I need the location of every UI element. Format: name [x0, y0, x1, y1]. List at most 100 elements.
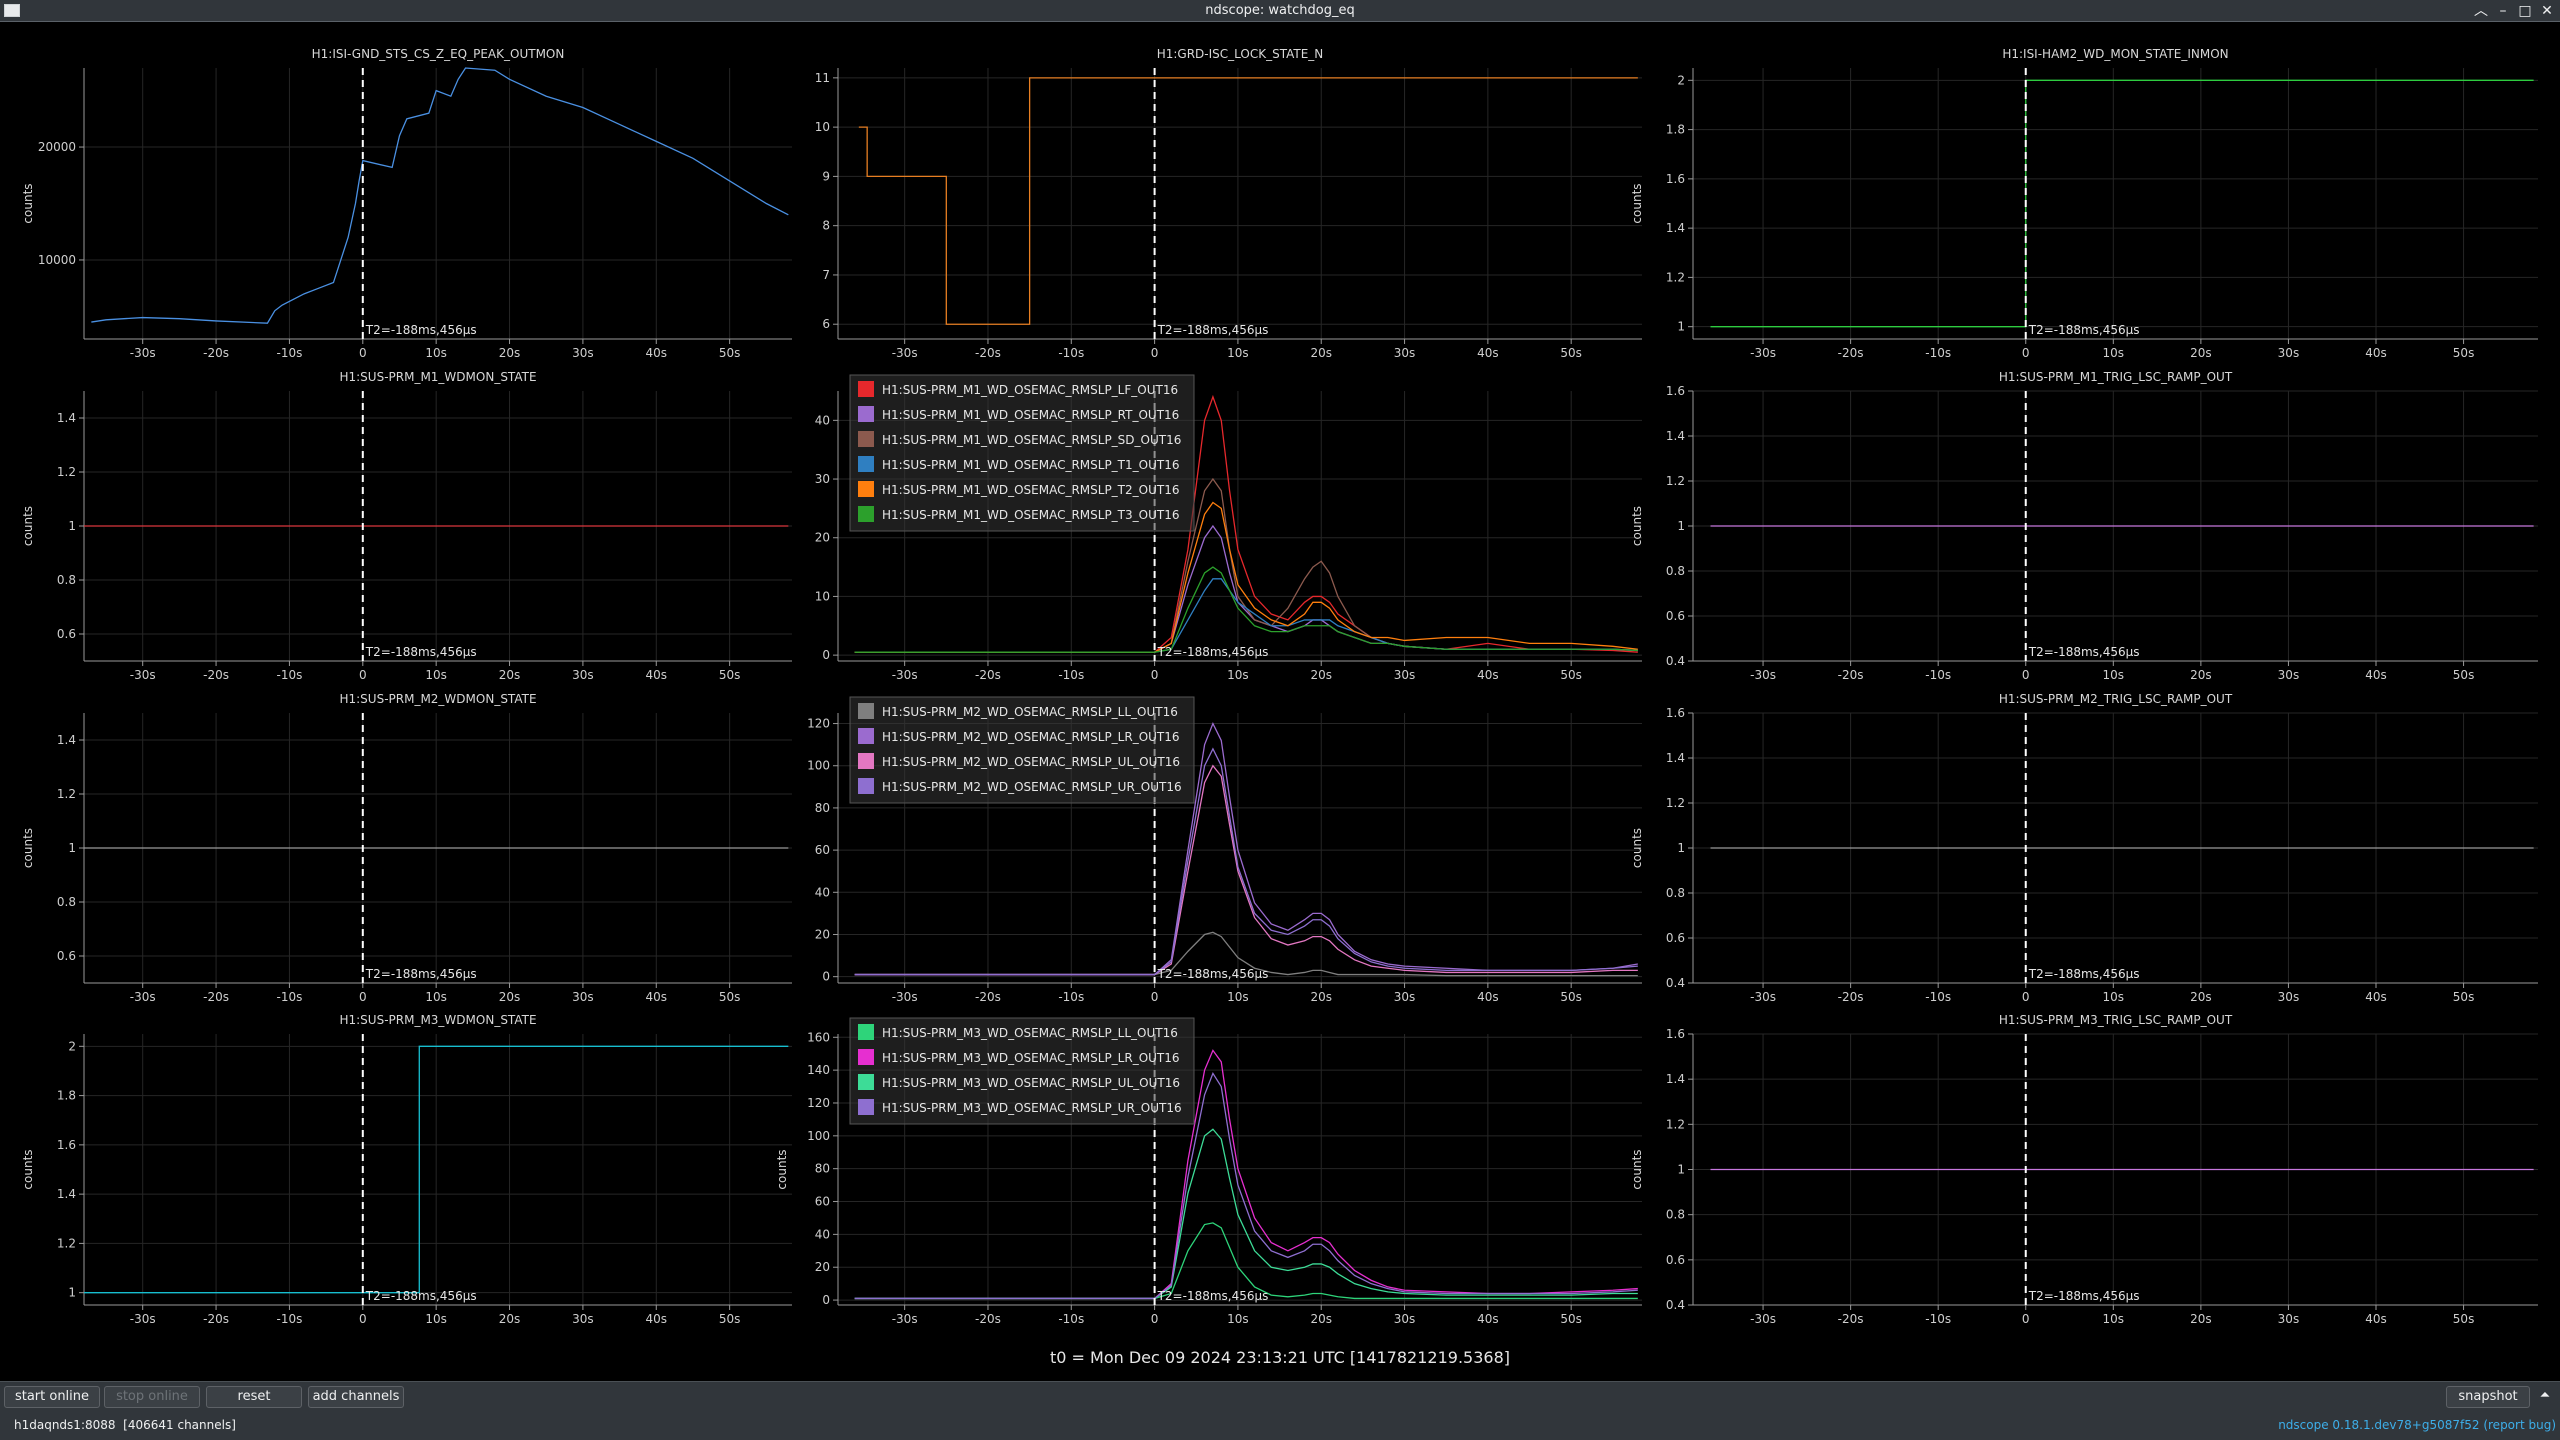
plot-panel[interactable]: H1:SUS-PRM_M1_TRIG_LSC_RAMP_OUTcounts -30…	[1630, 370, 2538, 682]
y-tick-label: 0.6	[57, 627, 76, 641]
plot-panel[interactable]: H1:SUS-PRM_M3_TRIG_LSC_RAMP_OUTcounts -30…	[1630, 1013, 2538, 1326]
y-axis-label: counts	[21, 183, 35, 223]
x-tick-label: -10s	[277, 1312, 303, 1326]
y-tick-label: 120	[807, 1096, 830, 1110]
plot-panel[interactable]: -30s -20s -10s 0 10s 20s 30s 40s 50s 0 10 20 30 40 T2=…	[815, 374, 1642, 682]
nds-server: h1daqnds1:8088	[14, 1418, 116, 1432]
expand-up-icon[interactable]: ⏶	[2534, 1386, 2556, 1408]
y-tick-label: 1.2	[1666, 1117, 1685, 1131]
y-tick-label: 20	[815, 531, 830, 545]
plot-title: H1:SUS-PRM_M2_TRIG_LSC_RAMP_OUT	[1999, 692, 2233, 706]
window-titlebar[interactable]: ndscope: watchdog_eq ︿ – □ ✕	[0, 0, 2560, 22]
plot-grid[interactable]: H1:ISI-GND_STS_CS_Z_EQ_PEAK_OUTMON counts…	[0, 23, 2560, 1381]
x-tick-label: 50s	[2453, 990, 2475, 1004]
plot-panel[interactable]: -30s -20s -10s 0 10s 20s 30s 40s 50s 0 20 40 60 80 100…	[807, 696, 1642, 1004]
x-tick-label: 50s	[2453, 668, 2475, 682]
plot-panel[interactable]: H1:SUS-PRM_M1_WDMON_STATEcounts -30s -20s -…	[21, 370, 792, 682]
y-tick-label: 1.4	[57, 1187, 76, 1201]
y-tick-label: 20	[815, 1260, 830, 1274]
plot-panel[interactable]: H1:GRD-ISC_LOCK_STATE_N -30s -20s -10s 0 10s 2…	[815, 47, 1642, 360]
cursor-t2-label: T2=-188ms,456μs	[2028, 967, 2140, 981]
plot-panel[interactable]: H1:SUS-PRM_M3_WDMON_STATEcounts -30s -20s -…	[21, 1013, 792, 1326]
plot-panel[interactable]: H1:ISI-HAM2_WD_MON_STATE_INMONcounts -30s…	[1630, 47, 2538, 360]
legend-entry: H1:SUS-PRM_M1_WD_OSEMAC_RMSLP_T3_OUT16	[882, 508, 1179, 522]
add-channels-button[interactable]: add channels	[308, 1386, 404, 1408]
snapshot-button[interactable]: snapshot	[2446, 1386, 2530, 1408]
x-tick-label: -10s	[1925, 1312, 1951, 1326]
x-tick-label: 30s	[1394, 990, 1416, 1004]
y-axis-label: counts	[21, 1149, 35, 1189]
start-online-button[interactable]: start online	[4, 1386, 100, 1408]
legend-swatch	[858, 456, 874, 472]
y-tick-label: 160	[807, 1030, 830, 1044]
y-tick-label: 0.6	[1666, 931, 1685, 945]
app-menu-icon[interactable]	[4, 4, 20, 17]
y-tick-label: 0.4	[1666, 1298, 1685, 1312]
y-tick-label: 120	[807, 717, 830, 731]
y-tick-label: 80	[815, 801, 830, 815]
legend-swatch	[858, 406, 874, 422]
y-tick-label: 140	[807, 1063, 830, 1077]
y-tick-label: 100	[807, 1129, 830, 1143]
report-bug-link[interactable]: (report bug)	[2483, 1418, 2556, 1432]
x-tick-label: 10s	[2103, 668, 2125, 682]
y-tick-label: 0.4	[1666, 976, 1685, 990]
minimize-icon[interactable]: –	[2492, 0, 2514, 22]
plot-panel[interactable]: counts -30s -20s -10s 0 10s 20s 30s 40s 50s 0 20 40 6…	[775, 1017, 1642, 1326]
x-tick-label: -10s	[1925, 990, 1951, 1004]
x-tick-label: 30s	[2278, 990, 2300, 1004]
x-tick-label: 20s	[499, 1312, 521, 1326]
plot-panel[interactable]: H1:SUS-PRM_M2_WDMON_STATEcounts -30s -20s -…	[21, 692, 792, 1004]
version-link[interactable]: ndscope 0.18.1.dev78+g5087f52	[2278, 1418, 2479, 1432]
legend-swatch	[858, 703, 874, 719]
legend-swatch	[858, 1074, 874, 1090]
x-tick-label: 10s	[1227, 346, 1249, 360]
y-tick-label: 20000	[38, 140, 76, 154]
plot-title: H1:SUS-PRM_M3_WDMON_STATE	[339, 1013, 536, 1027]
y-tick-label: 1.2	[1666, 796, 1685, 810]
x-tick-label: 20s	[499, 668, 521, 682]
cursor-t2-label: T2=-188ms,456μs	[1157, 967, 1269, 981]
x-tick-label: -10s	[277, 990, 303, 1004]
legend-swatch	[858, 1099, 874, 1115]
y-tick-label: 0	[822, 648, 830, 662]
y-tick-label: 1.4	[1666, 429, 1685, 443]
close-icon[interactable]: ✕	[2536, 0, 2558, 22]
x-tick-label: 50s	[2453, 346, 2475, 360]
x-tick-label: -30s	[892, 990, 918, 1004]
x-tick-label: 20s	[2190, 346, 2212, 360]
x-tick-label: 50s	[719, 1312, 741, 1326]
y-tick-label: 1	[1677, 519, 1685, 533]
x-tick-label: 40s	[646, 668, 668, 682]
reset-button[interactable]: reset	[206, 1386, 302, 1408]
y-tick-label: 100	[807, 759, 830, 773]
x-tick-label: -10s	[1058, 1312, 1084, 1326]
legend-entry: H1:SUS-PRM_M2_WD_OSEMAC_RMSLP_UR_OUT16	[882, 780, 1182, 794]
y-tick-label: 1.4	[57, 733, 76, 747]
plots-canvas[interactable]: H1:ISI-GND_STS_CS_Z_EQ_PEAK_OUTMONcounts…	[0, 23, 2560, 1343]
y-tick-label: 1.2	[1666, 474, 1685, 488]
y-axis-label: counts	[21, 506, 35, 546]
x-tick-label: 40s	[1477, 668, 1499, 682]
x-tick-label: 40s	[1477, 990, 1499, 1004]
y-tick-label: 0.8	[57, 573, 76, 587]
y-tick-label: 0	[822, 970, 830, 984]
x-tick-label: 10s	[1227, 668, 1249, 682]
x-tick-label: -30s	[1750, 668, 1776, 682]
y-tick-label: 30	[815, 472, 830, 486]
y-tick-label: 0.8	[1666, 886, 1685, 900]
x-tick-label: 20s	[2190, 990, 2212, 1004]
y-axis-label: counts	[21, 828, 35, 868]
x-tick-label: -20s	[1838, 1312, 1864, 1326]
maximize-icon[interactable]: □	[2514, 0, 2536, 22]
x-tick-label: 0	[1151, 668, 1159, 682]
y-axis-label: counts	[1630, 183, 1644, 223]
statusbar: h1daqnds1:8088 [406641 channels] ndscope…	[0, 1411, 2560, 1440]
keep-above-icon[interactable]: ︿	[2470, 0, 2492, 22]
plot-panel[interactable]: H1:SUS-PRM_M2_TRIG_LSC_RAMP_OUTcounts -30…	[1630, 692, 2538, 1004]
legend-entry: H1:SUS-PRM_M3_WD_OSEMAC_RMSLP_LR_OUT16	[882, 1051, 1180, 1065]
x-tick-label: -20s	[203, 668, 229, 682]
plot-panel[interactable]: H1:ISI-GND_STS_CS_Z_EQ_PEAK_OUTMONcounts…	[21, 47, 792, 360]
x-tick-label: -30s	[892, 346, 918, 360]
x-tick-label: -30s	[130, 990, 156, 1004]
